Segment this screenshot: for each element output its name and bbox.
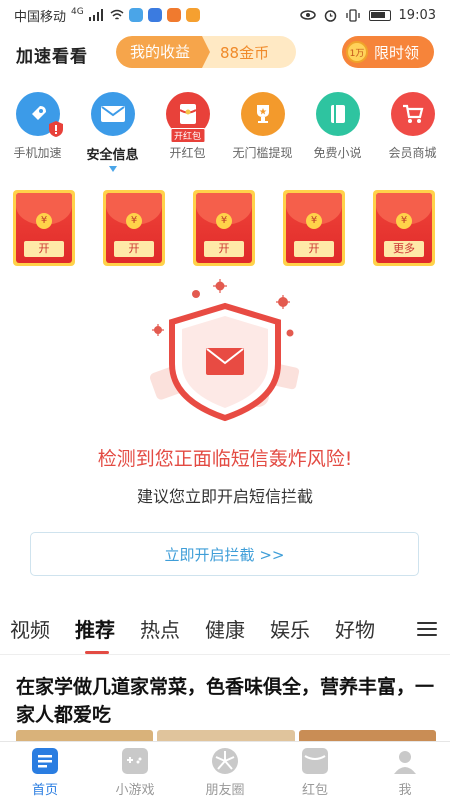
- battery-icon: [368, 9, 391, 21]
- active-indicator: [108, 166, 117, 172]
- article-title[interactable]: 在家学做几道家常菜，色香味俱全，营养丰富，一家人都爱吃: [16, 673, 436, 729]
- nav-label: 红包: [301, 783, 328, 798]
- red-envelope[interactable]: ¥ 开: [103, 190, 165, 266]
- app-notification-icon: [185, 8, 200, 22]
- app-notification-icon: [147, 8, 162, 22]
- nav-red-packet[interactable]: 红包: [270, 748, 360, 798]
- wifi-icon: [110, 9, 124, 20]
- header: 加速看看 我的收益 88金币 1万 限时领: [0, 33, 450, 73]
- nav-moments[interactable]: 朋友圈: [180, 748, 270, 798]
- nav-mini-games[interactable]: 小游戏: [90, 748, 180, 798]
- nav-label: 朋友圈: [205, 783, 245, 798]
- sms-shield-illustration: $: [150, 279, 300, 422]
- yuan-icon: ¥: [396, 213, 412, 229]
- yuan-icon: ¥: [216, 213, 232, 229]
- alarm-icon: [324, 9, 336, 22]
- quick-icon-speedup[interactable]: 手机加速: [0, 92, 75, 161]
- red-packet-icon: [302, 748, 328, 774]
- yuan-icon: ¥: [36, 213, 52, 229]
- vibrate-icon: [345, 8, 360, 22]
- clock-time: 19:03: [398, 7, 436, 23]
- quick-icon-security-info[interactable]: 安全信息: [75, 92, 150, 172]
- red-envelope[interactable]: ¥ 开: [283, 190, 345, 266]
- tab-recommend[interactable]: 推荐: [75, 614, 115, 643]
- red-envelope[interactable]: ¥ 开: [193, 190, 255, 266]
- quick-icon-red-packet[interactable]: 开红包 开红包: [150, 92, 225, 161]
- app-notification-icon: [166, 8, 181, 22]
- tab-video[interactable]: 视频: [10, 614, 50, 643]
- tab-health[interactable]: 健康: [205, 614, 245, 643]
- quick-icon-free-novel[interactable]: 免费小说: [300, 92, 375, 161]
- quick-icon-label: 手机加速: [13, 146, 62, 160]
- quick-icon-label: 会员商城: [388, 146, 437, 160]
- active-tab-indicator: [85, 651, 109, 654]
- nav-label: 我: [398, 783, 412, 798]
- quick-icon-label: 安全信息: [86, 148, 139, 163]
- signal-icon: [88, 9, 103, 21]
- category-tabs: 视频 推荐 热点 健康 娱乐 好物: [0, 604, 450, 655]
- eye-icon: [299, 10, 316, 20]
- quick-icon-label: 开红包: [169, 146, 206, 160]
- earnings-value: 88金币: [220, 43, 270, 62]
- mail-icon: [90, 92, 135, 136]
- carrier-label: 中国移动: [14, 9, 67, 25]
- home-icon: [32, 748, 58, 774]
- nav-home[interactable]: 首页: [0, 748, 90, 798]
- quick-icon-row: 手机加速 安全信息 开红包 开红包 无门槛提现 免费小说 会员商城: [0, 92, 450, 172]
- limited-time-label: 限时领: [374, 43, 420, 62]
- tab-goods[interactable]: 好物: [335, 614, 375, 643]
- app-title: 加速看看: [16, 47, 88, 67]
- red-packet-icon: 开红包: [165, 92, 210, 143]
- quick-icon-label: 无门槛提现: [232, 146, 293, 160]
- aperture-icon: [212, 748, 238, 774]
- quick-icon-label: 免费小说: [313, 146, 362, 160]
- quick-icon-withdraw[interactable]: 无门槛提现: [225, 92, 300, 161]
- yuan-icon: ¥: [126, 213, 142, 229]
- red-packet-badge: 开红包: [169, 128, 206, 143]
- coin-icon: 1万: [346, 41, 368, 63]
- earnings-button[interactable]: 我的收益 88金币: [116, 36, 296, 68]
- red-envelope[interactable]: ¥ 开: [13, 190, 75, 266]
- earnings-label: 我的收益: [116, 36, 211, 68]
- enable-sms-block-button[interactable]: 立即开启拦截 >>: [30, 532, 419, 576]
- nav-label: 首页: [31, 783, 58, 798]
- gamepad-icon: [122, 748, 148, 774]
- envelope-open-button: 开: [204, 241, 244, 257]
- shield-alert-icon: [48, 121, 63, 137]
- red-envelope-row: ¥ 开 ¥ 开 ¥ 开 ¥ 开 ¥ 更多: [0, 190, 450, 270]
- nav-label: 小游戏: [115, 783, 155, 798]
- envelope-open-button: 开: [24, 241, 64, 257]
- app-notification-icon: [128, 8, 143, 22]
- user-icon: [392, 748, 418, 774]
- quick-icon-member-mall[interactable]: 会员商城: [375, 92, 450, 161]
- rocket-icon: [15, 92, 63, 137]
- limited-time-claim-button[interactable]: 1万 限时领: [342, 36, 434, 68]
- envelope-open-button: 开: [294, 241, 334, 257]
- tab-hot[interactable]: 热点: [140, 614, 180, 643]
- menu-icon[interactable]: [417, 622, 437, 636]
- warning-subtitle: 建议您立即开启短信拦截: [136, 487, 313, 506]
- book-icon: [315, 92, 360, 136]
- network-label: 4G: [71, 7, 84, 17]
- yuan-icon: ¥: [306, 213, 322, 229]
- red-envelope-more[interactable]: ¥ 更多: [373, 190, 435, 266]
- cart-icon: [390, 92, 435, 136]
- tab-entertainment[interactable]: 娱乐: [270, 614, 310, 643]
- bottom-navigation: 首页 小游戏 朋友圈 红包 我: [0, 741, 450, 801]
- warning-title: 检测到您正面临短信轰炸风险!: [97, 448, 353, 470]
- nav-me[interactable]: 我: [360, 748, 450, 798]
- status-bar: 中国移动 4G 19:03: [0, 0, 450, 30]
- envelope-more-button: 更多: [384, 241, 424, 257]
- envelope-open-button: 开: [114, 241, 154, 257]
- trophy-icon: [240, 92, 285, 136]
